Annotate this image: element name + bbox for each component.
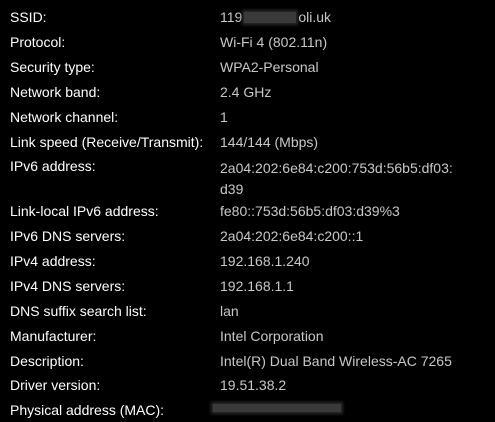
property-label-ipv4-address: IPv4 address: bbox=[10, 253, 96, 269]
property-value-ipv6-dns[interactable]: 2a04:202:6e84:c200::1 bbox=[220, 226, 460, 247]
mac-redaction-mark bbox=[213, 404, 341, 412]
network-properties-panel: SSID: 119 oli.uk Protocol: Wi-Fi 4 (802.1… bbox=[0, 0, 495, 422]
property-value-ipv4-address[interactable]: 192.168.1.240 bbox=[220, 251, 460, 272]
ssid-redaction-mark bbox=[244, 11, 297, 23]
property-label-ipv6-address: IPv6 address: bbox=[10, 158, 96, 174]
property-label-network-channel: Network channel: bbox=[10, 109, 119, 125]
property-value-driver-version[interactable]: 19.51.38.2 bbox=[220, 375, 460, 396]
ssid-value-prefix: 119 bbox=[220, 9, 243, 25]
property-value-network-channel[interactable]: 1 bbox=[220, 107, 460, 128]
property-value-network-band[interactable]: 2.4 GHz bbox=[220, 82, 460, 103]
property-value-manufacturer[interactable]: Intel Corporation bbox=[220, 326, 460, 347]
property-label-ipv6-dns: IPv6 DNS servers: bbox=[10, 228, 126, 244]
property-label-link-speed: Link speed (Receive/Transmit): bbox=[10, 134, 204, 150]
property-value-ipv6-address[interactable]: 2a04:202:6e84:c200:753d:56b5:df03:d39 bbox=[220, 158, 456, 200]
property-label-dns-suffix: DNS suffix search list: bbox=[10, 303, 147, 319]
property-label-ipv4-dns: IPv4 DNS servers: bbox=[10, 278, 126, 294]
property-value-description[interactable]: Intel(R) Dual Band Wireless-AC 7265 bbox=[220, 351, 460, 372]
property-value-link-speed[interactable]: 144/144 (Mbps) bbox=[220, 132, 460, 153]
property-value-protocol[interactable]: Wi-Fi 4 (802.11n) bbox=[220, 32, 460, 53]
property-value-ipv4-dns[interactable]: 192.168.1.1 bbox=[220, 276, 460, 297]
property-label-protocol: Protocol: bbox=[10, 34, 66, 50]
property-value-link-local-ipv6[interactable]: fe80::753d:56b5:df03:d39%3 bbox=[220, 201, 460, 222]
property-value-ssid[interactable]: 119 oli.uk bbox=[220, 7, 460, 28]
property-value-security-type[interactable]: WPA2-Personal bbox=[220, 57, 460, 78]
ssid-value-suffix: oli.uk bbox=[298, 9, 332, 25]
property-label-description: Description: bbox=[10, 353, 84, 369]
property-value-dns-suffix[interactable]: lan bbox=[220, 301, 460, 322]
property-label-manufacturer: Manufacturer: bbox=[10, 328, 97, 344]
property-label-driver-version: Driver version: bbox=[10, 377, 101, 393]
property-label-ssid: SSID: bbox=[10, 9, 47, 25]
property-label-network-band: Network band: bbox=[10, 84, 101, 100]
property-label-mac: Physical address (MAC): bbox=[10, 402, 165, 418]
property-label-link-local-ipv6: Link-local IPv6 address: bbox=[10, 203, 159, 219]
property-label-security-type: Security type: bbox=[10, 59, 95, 75]
